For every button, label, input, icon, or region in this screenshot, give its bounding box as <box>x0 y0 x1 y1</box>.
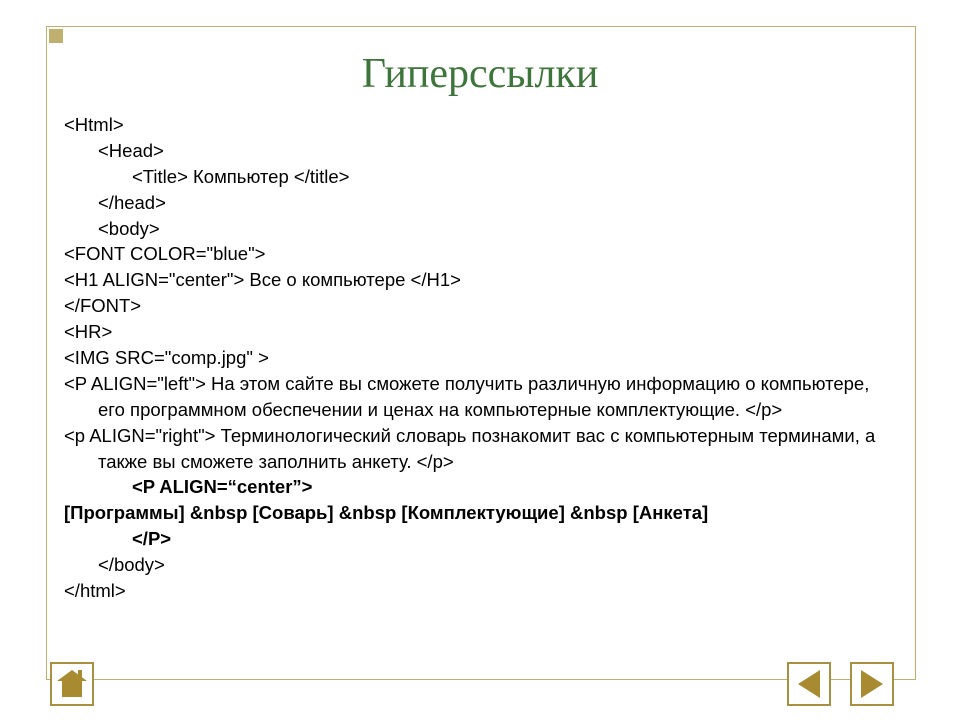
code-line: <Title> Компьютер </title> <box>64 164 894 190</box>
arrow-right-icon <box>861 670 883 698</box>
code-line-bold: [Программы] &nbsp [Соварь] &nbsp [Компле… <box>64 500 894 526</box>
code-line: <FONT COLOR="blue"> <box>64 241 894 267</box>
code-line-bold: <P ALIGN=“center”> <box>64 474 894 500</box>
code-line: <body> <box>64 216 894 242</box>
code-line: <HR> <box>64 319 894 345</box>
previous-button[interactable] <box>787 662 831 706</box>
code-line: <Head> <box>64 138 894 164</box>
next-button[interactable] <box>850 662 894 706</box>
code-line-bold: </P> <box>64 526 894 552</box>
code-line: </head> <box>64 190 894 216</box>
corner-decoration <box>49 29 63 43</box>
home-button[interactable] <box>50 662 94 706</box>
slide-title: Гиперссылки <box>0 50 960 98</box>
arrow-left-icon <box>798 670 820 698</box>
code-listing: <Html> <Head> <Title> Компьютер </title>… <box>64 112 894 604</box>
slide: Гиперссылки <Html> <Head> <Title> Компью… <box>0 0 960 720</box>
code-line: </html> <box>64 578 894 604</box>
code-line: <P ALIGN="left"> На этом сайте вы сможет… <box>64 371 894 423</box>
home-icon <box>52 664 92 704</box>
code-line: <Html> <box>64 112 894 138</box>
code-line: </body> <box>64 552 894 578</box>
code-line: <p ALIGN="right"> Терминологический слов… <box>64 423 894 475</box>
code-line: <IMG SRC="comp.jpg" > <box>64 345 894 371</box>
code-text: <p ALIGN="right"> Терминологический слов… <box>64 423 894 475</box>
code-line: <H1 ALIGN="center"> Все о компьютере </H… <box>64 267 894 293</box>
code-text: <P ALIGN="left"> На этом сайте вы сможет… <box>64 371 894 423</box>
code-line: </FONT> <box>64 293 894 319</box>
